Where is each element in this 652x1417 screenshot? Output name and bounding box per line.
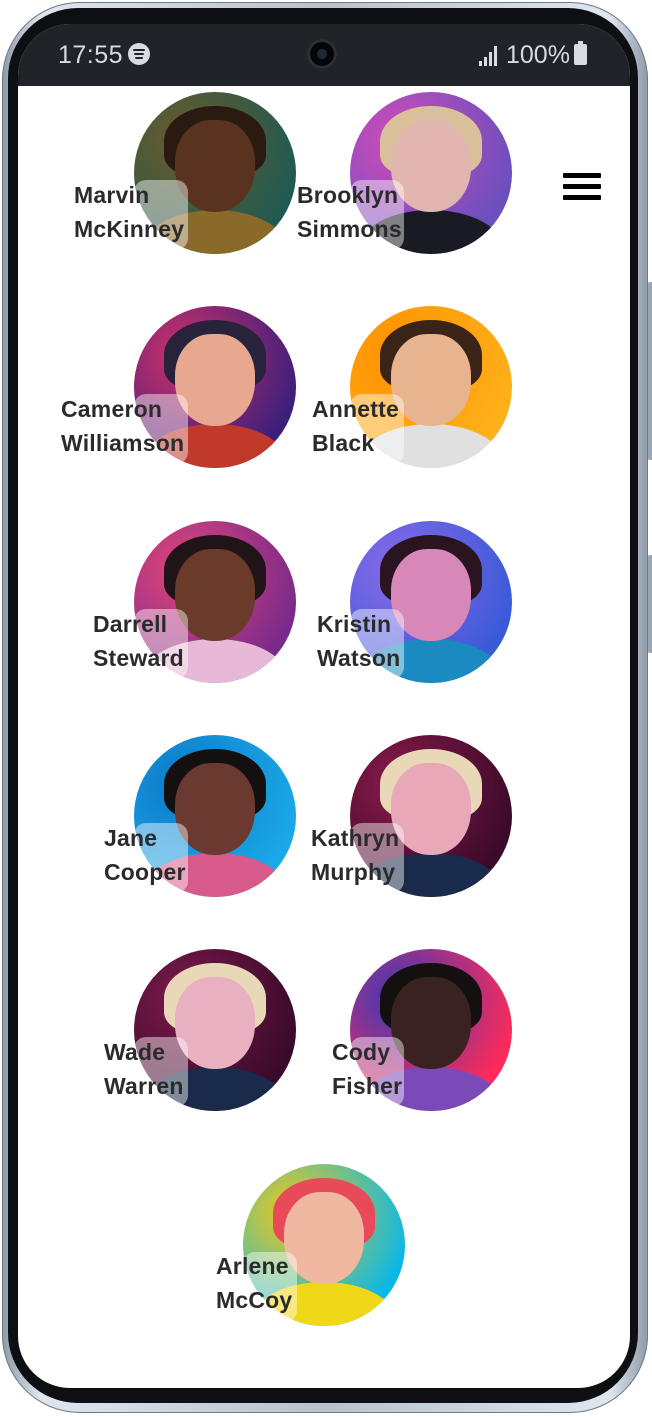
contact-last-name: Fisher: [332, 1073, 403, 1099]
contact-last-name: Watson: [317, 645, 401, 671]
contact-first-name: Kristin: [317, 611, 392, 637]
hamburger-menu-icon[interactable]: [563, 173, 601, 201]
contact-name: Arlene McCoy: [216, 1249, 292, 1317]
status-time: 17:55: [58, 41, 124, 69]
contact-last-name: Simmons: [297, 216, 402, 242]
contact-first-name: Annette: [312, 396, 400, 422]
contact-first-name: Kathryn: [311, 825, 400, 851]
contact-last-name: Steward: [93, 645, 184, 671]
contact-first-name: Wade: [104, 1039, 166, 1065]
contact-name: Jane Cooper: [104, 821, 186, 889]
contact-first-name: Cameron: [61, 396, 163, 422]
contact-last-name: Warren: [104, 1073, 184, 1099]
contact-name: Wade Warren: [104, 1035, 184, 1103]
contact-first-name: Darrell: [93, 611, 168, 637]
contact-name: Marvin McKinney: [74, 178, 184, 246]
contact-first-name: Brooklyn: [297, 182, 399, 208]
front-camera: [307, 39, 337, 69]
contact-last-name: McCoy: [216, 1287, 293, 1313]
contact-last-name: Cooper: [104, 859, 186, 885]
contact-last-name: Black: [312, 430, 375, 456]
contact-name: Kathryn Murphy: [311, 821, 399, 889]
contact-name: Cameron Williamson: [61, 392, 184, 460]
battery-percentage: 100%: [506, 41, 570, 69]
battery-icon: [574, 41, 587, 65]
contact-last-name: Murphy: [311, 859, 396, 885]
signal-icon: [479, 44, 501, 66]
contact-first-name: Jane: [104, 825, 158, 851]
contact-first-name: Arlene: [216, 1253, 289, 1279]
status-bar: 17:55 100%: [18, 24, 630, 86]
spotify-icon: [128, 43, 150, 65]
contact-name: Brooklyn Simmons: [297, 178, 402, 246]
phone-screen: 17:55 100% Marvin McKinney Brooklyn Simmons…: [18, 24, 630, 1388]
volume-button: [648, 282, 652, 460]
contact-name: Cody Fisher: [332, 1035, 402, 1103]
contact-last-name: Williamson: [61, 430, 185, 456]
contact-first-name: Marvin: [74, 182, 150, 208]
contact-name: Kristin Watson: [317, 607, 400, 675]
power-button: [648, 555, 652, 653]
contact-name: Annette Black: [312, 392, 399, 460]
contact-name: Darrell Steward: [93, 607, 184, 675]
contact-last-name: McKinney: [74, 216, 185, 242]
contact-first-name: Cody: [332, 1039, 391, 1065]
